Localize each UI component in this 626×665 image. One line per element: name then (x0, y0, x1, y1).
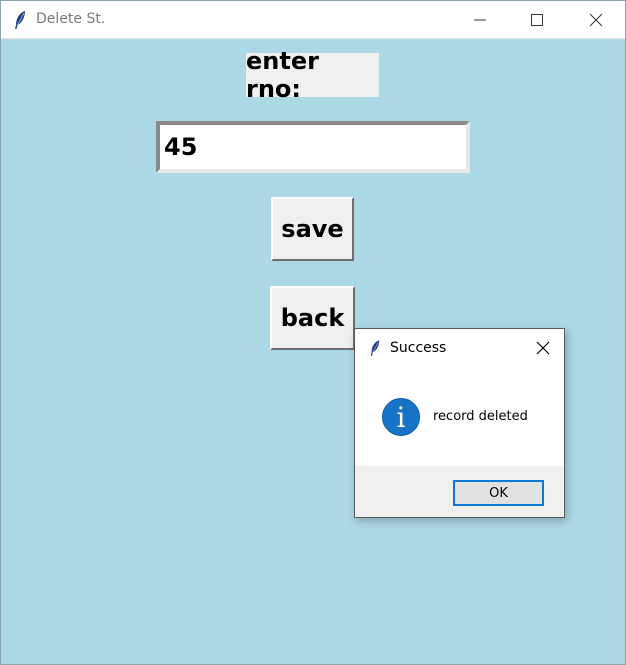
rno-input[interactable] (156, 121, 470, 173)
title-bar[interactable]: Delete St. (1, 1, 625, 39)
dialog-message: record deleted (433, 409, 528, 424)
info-icon: i (382, 398, 420, 436)
maximize-button[interactable] (508, 1, 566, 39)
dialog-title: Success (390, 340, 447, 356)
back-button[interactable]: back (270, 286, 355, 350)
close-icon (536, 341, 550, 355)
feather-icon (370, 340, 380, 356)
dialog-footer: OK (355, 466, 564, 517)
rno-label: enter rno: (246, 47, 379, 103)
dialog-title-bar[interactable]: Success (355, 329, 564, 365)
window-close-button[interactable] (567, 1, 625, 39)
ok-button[interactable]: OK (453, 480, 544, 506)
close-icon (589, 13, 603, 27)
window-title: Delete St. (36, 11, 106, 27)
save-button[interactable]: save (271, 197, 354, 261)
success-dialog: Success i record deleted OK (354, 328, 565, 518)
minimize-icon (474, 19, 486, 21)
dialog-close-button[interactable] (527, 335, 559, 361)
minimize-button[interactable] (451, 1, 509, 39)
maximize-icon (531, 14, 543, 26)
feather-icon (15, 11, 25, 29)
